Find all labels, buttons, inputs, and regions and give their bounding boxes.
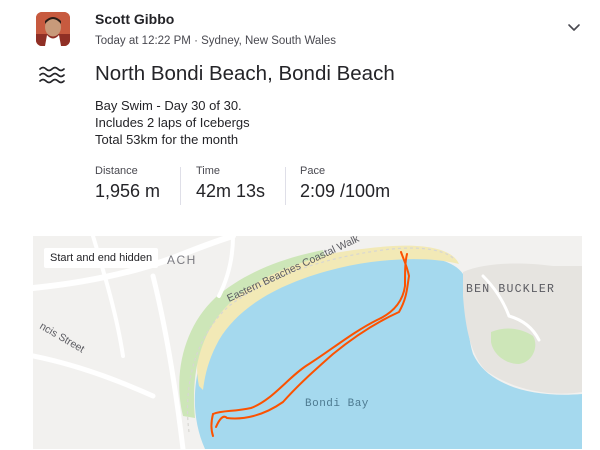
- activity-meta: Today at 12:22 PM · Sydney, New South Wa…: [95, 35, 336, 47]
- stat-time: Time 42m 13s: [196, 165, 265, 202]
- start-end-hidden-badge: Start and end hidden: [44, 248, 159, 268]
- stat-label: Pace: [300, 165, 326, 177]
- chevron-down-icon[interactable]: [564, 17, 584, 37]
- activity-title[interactable]: North Bondi Beach, Bondi Beach: [95, 62, 395, 86]
- stat-value: 2:09 /100m: [300, 181, 391, 201]
- stat-label: Time: [196, 165, 221, 177]
- map-label-ben-buckler: BEN BUCKLER: [466, 283, 555, 296]
- description-line: Bay Swim - Day 30 of 30.: [95, 98, 242, 113]
- swim-icon: [38, 63, 66, 87]
- activity-description: Bay Swim - Day 30 of 30. Includes 2 laps…: [95, 97, 250, 148]
- athlete-name[interactable]: Scott Gibbo: [95, 11, 174, 27]
- stat-divider: [180, 167, 181, 205]
- map-label-bondi-bay: Bondi Bay: [305, 398, 369, 410]
- stat-distance: Distance 1,956 m: [95, 165, 160, 202]
- description-line: Total 53km for the month: [95, 132, 239, 147]
- stat-pace: Pace 2:09 /100m: [300, 165, 390, 202]
- stat-value: 42m 13s: [196, 181, 266, 201]
- athlete-avatar[interactable]: [36, 12, 70, 46]
- map-label-north-bondi: ACH: [167, 253, 197, 267]
- description-line: Includes 2 laps of Icebergs: [95, 115, 250, 130]
- stat-label: Distance: [95, 165, 138, 177]
- stat-divider: [285, 167, 286, 205]
- stat-value: 1,956 m: [95, 181, 161, 201]
